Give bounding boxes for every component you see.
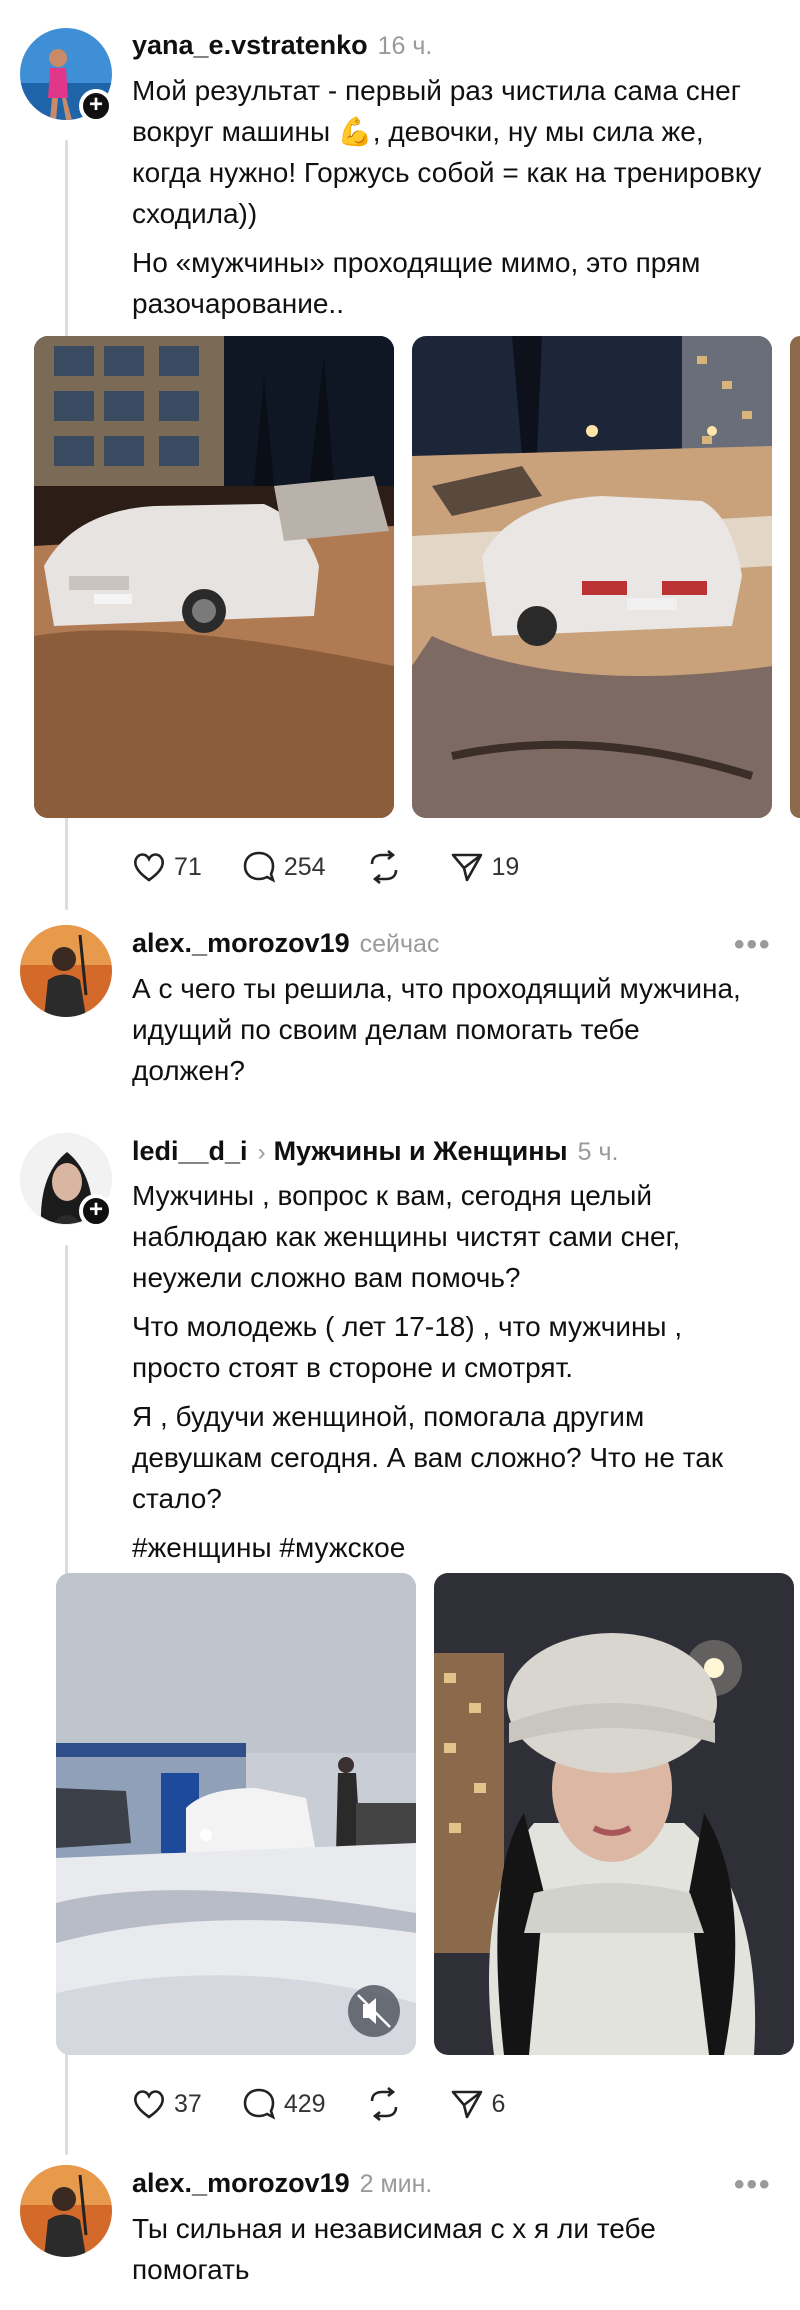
reply-username[interactable]: alex._morozov19 bbox=[132, 2168, 350, 2199]
repost-button[interactable] bbox=[366, 850, 410, 884]
share-count: 19 bbox=[491, 852, 520, 881]
more-options-icon[interactable]: ••• bbox=[734, 928, 772, 962]
reply-header: alex._morozov19 2 мин. bbox=[132, 2168, 432, 2199]
repost-icon bbox=[370, 2087, 397, 2121]
avatar[interactable] bbox=[20, 2165, 112, 2257]
post-video[interactable] bbox=[56, 1573, 416, 2055]
repost-icon bbox=[370, 850, 397, 884]
follow-plus-icon[interactable]: + bbox=[79, 89, 113, 123]
post-text: Мой результат - первый раз чистила сама … bbox=[132, 70, 772, 332]
avatar[interactable] bbox=[20, 925, 112, 1017]
more-options-icon[interactable]: ••• bbox=[734, 2168, 772, 2202]
send-icon bbox=[451, 853, 482, 882]
follow-plus-icon[interactable]: + bbox=[79, 1194, 113, 1228]
heart-icon bbox=[134, 2090, 164, 2119]
post-paragraph: Мой результат - первый раз чистила сама … bbox=[132, 75, 762, 229]
post-text: Мужчины , вопрос к вам, сегодня целый на… bbox=[132, 1175, 762, 1576]
post-header: yana_e.vstratenko 16 ч. bbox=[132, 30, 432, 61]
post-paragraph: Что молодежь ( лет 17-18) , что мужчины … bbox=[132, 1311, 683, 1383]
heart-icon bbox=[134, 853, 164, 882]
post-paragraph: Мужчины , вопрос к вам, сегодня целый на… bbox=[132, 1180, 681, 1293]
reply-header: alex._morozov19 сейчас bbox=[132, 928, 439, 959]
post-photo[interactable] bbox=[412, 336, 772, 818]
repost-button[interactable] bbox=[366, 2087, 410, 2121]
post-hashtags[interactable]: #женщины #мужское bbox=[132, 1527, 762, 1568]
reply-time: сейчас bbox=[359, 930, 440, 958]
comment-button[interactable]: 254 bbox=[242, 850, 326, 884]
like-count: 71 bbox=[174, 852, 202, 881]
reply-paragraph: Ты сильная и независимая с х я ли тебе п… bbox=[132, 2213, 656, 2285]
comment-icon bbox=[243, 851, 276, 883]
community-name[interactable]: Мужчины и Женщины bbox=[274, 1136, 568, 1167]
comment-count: 429 bbox=[283, 2089, 326, 2118]
send-icon bbox=[451, 2090, 482, 2119]
comment-button[interactable]: 429 bbox=[242, 2087, 326, 2121]
reply-time: 2 мин. bbox=[359, 2170, 433, 2198]
post-time: 5 ч. bbox=[577, 1138, 619, 1166]
reply-username[interactable]: alex._morozov19 bbox=[132, 928, 350, 959]
comment-count: 254 bbox=[283, 852, 326, 881]
share-count: 6 bbox=[491, 2089, 506, 2118]
reply-text: А с чего ты решила, что проходящий мужчи… bbox=[132, 968, 742, 1099]
like-button[interactable]: 37 bbox=[132, 2088, 202, 2120]
share-button[interactable]: 6 bbox=[450, 2088, 506, 2120]
post-photo-peek[interactable] bbox=[790, 336, 800, 818]
post-actions: 71 254 19 bbox=[132, 850, 559, 884]
post-photo[interactable] bbox=[434, 1573, 794, 2055]
post-header: ledi__d_i › Мужчины и Женщины 5 ч. bbox=[132, 1136, 618, 1167]
post-username[interactable]: ledi__d_i bbox=[132, 1136, 248, 1167]
chevron-right-icon: › bbox=[257, 1139, 266, 1166]
post-username[interactable]: yana_e.vstratenko bbox=[132, 30, 368, 61]
like-count: 37 bbox=[174, 2089, 202, 2118]
like-button[interactable]: 71 bbox=[132, 851, 202, 883]
post-time: 16 ч. bbox=[377, 32, 433, 60]
post-actions: 37 429 6 bbox=[132, 2087, 545, 2121]
post-paragraph: Я , будучи женщиной, помогала другим дев… bbox=[132, 1401, 724, 1514]
comment-icon bbox=[243, 2088, 276, 2120]
post-photo[interactable] bbox=[34, 336, 394, 818]
reply-text: Ты сильная и независимая с х я ли тебе п… bbox=[132, 2208, 742, 2298]
post-paragraph: Но «мужчины» проходящие мимо, это прям р… bbox=[132, 247, 701, 319]
share-button[interactable]: 19 bbox=[450, 851, 520, 883]
reply-paragraph: А с чего ты решила, что проходящий мужчи… bbox=[132, 973, 741, 1086]
